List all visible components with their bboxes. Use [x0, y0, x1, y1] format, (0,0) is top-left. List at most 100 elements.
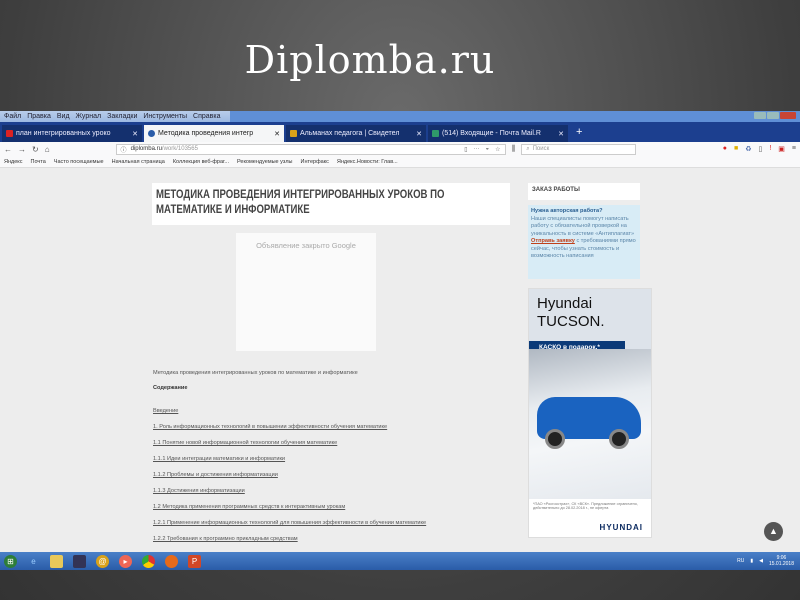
closed-ad: Объявление закрыто Google [236, 233, 376, 351]
page-title: МЕТОДИКА ПРОВЕДЕНИЯ ИНТЕГРИРОВАННЫХ УРОК… [156, 187, 445, 216]
volume-icon[interactable]: ◀ [759, 558, 763, 564]
search-placeholder: Поиск [532, 146, 550, 152]
menu-help[interactable]: Справка [193, 112, 220, 121]
menu-view[interactable]: Вид [57, 112, 70, 121]
address-bar[interactable]: ⓘ diplomba.ru/work/103565 ▯ ··· ◒ ☆ [115, 143, 506, 155]
chrome-icon[interactable] [142, 554, 155, 568]
firefox-icon[interactable] [165, 554, 178, 568]
menu-edit[interactable]: Правка [27, 112, 51, 121]
close-tab-icon[interactable]: ✕ [416, 130, 422, 138]
toc-link[interactable]: 1.2.2 Требования к программно прикладным… [153, 536, 426, 542]
bookmark-start-page[interactable]: Начальная страница [112, 159, 165, 165]
toc-link[interactable]: 1.2.1 Применение информационных технолог… [153, 520, 426, 526]
web-page: МЕТОДИКА ПРОВЕДЕНИЯ ИНТЕГРИРОВАННЫХ УРОК… [0, 168, 800, 552]
recycle-icon[interactable]: ♻ [745, 145, 751, 153]
reader-icon[interactable]: ▯ [464, 146, 467, 153]
forward-icon[interactable]: → [18, 145, 26, 154]
menu-history[interactable]: Журнал [76, 112, 102, 121]
toc-link[interactable]: 1.2 Методика применения программных сред… [153, 504, 426, 510]
bookmark-yandex-news[interactable]: Яндекс.Новости: Глав... [337, 159, 398, 165]
computer-icon[interactable] [73, 554, 86, 568]
ie-icon[interactable]: e [27, 555, 40, 568]
maximize-button[interactable] [767, 112, 779, 119]
tab-label: план интегрированных уроко [16, 130, 111, 137]
ad-line-2: TUCSON. [537, 313, 605, 330]
send-request-link[interactable]: Отправь заявку [531, 238, 575, 244]
yandex-favicon-icon [6, 130, 13, 137]
hyundai-ad[interactable]: Hyundai TUCSON. КАСКО в подарок.* *ПАО «Р… [528, 288, 652, 538]
more-icon[interactable]: ··· [474, 146, 480, 153]
menu-tools[interactable]: Инструменты [143, 112, 187, 121]
home-icon[interactable]: ⌂ [45, 145, 50, 154]
alert-icon[interactable]: ! [769, 145, 771, 153]
slide-title: Diplomba.ru [244, 38, 496, 82]
powerpoint-icon[interactable]: P [188, 554, 201, 568]
sidebar-icon[interactable]: ▯ [758, 145, 762, 153]
bookmark-web-fragments[interactable]: Коллекция веб-фраг... [173, 159, 229, 165]
close-tab-icon[interactable]: ✕ [558, 130, 564, 138]
info-text: Наши специалисты помогут написать работу… [531, 215, 635, 237]
tab-label: (514) Входящие - Почта Mail.R [442, 130, 541, 137]
mail-agent-icon[interactable]: @ [96, 554, 109, 568]
notifications-icon[interactable]: ▣ [778, 145, 785, 153]
close-tab-icon[interactable]: ✕ [274, 130, 280, 138]
bookmark-frequent[interactable]: Часто посещаемые [54, 159, 104, 165]
info-icon[interactable]: ⓘ [121, 145, 127, 154]
article-header: МЕТОДИКА ПРОВЕДЕНИЯ ИНТЕГРИРОВАННЫХ УРОК… [152, 183, 510, 225]
new-tab-button[interactable]: + [570, 126, 588, 138]
network-icon[interactable]: ▮ [750, 558, 753, 564]
menu-icon[interactable]: ≡ [792, 145, 796, 153]
start-button-icon[interactable]: ⊞ [4, 554, 17, 568]
reload-icon[interactable]: ↻ [32, 145, 39, 154]
language-indicator[interactable]: RU [737, 558, 744, 564]
back-icon[interactable]: ← [4, 145, 12, 154]
toc-link[interactable]: Введение [153, 408, 426, 414]
url-host: diplomba.ru [130, 146, 162, 152]
car-image [529, 349, 651, 499]
ad-closed-text: Объявление закрыто Google [256, 241, 356, 250]
tab-label: Методика проведения интегр [158, 130, 254, 137]
menu-bookmarks[interactable]: Закладки [107, 112, 137, 121]
record-icon[interactable]: ● [723, 145, 727, 153]
toc-link[interactable]: 1.1.1 Идеи интеграции математики и инфор… [153, 456, 426, 462]
browser-screenshot: Файл Правка Вид Журнал Закладки Инструме… [0, 111, 800, 570]
scroll-to-top-button[interactable]: ▲ [764, 522, 783, 541]
tab-mail[interactable]: (514) Входящие - Почта Mail.R ✕ [428, 125, 568, 142]
close-tab-icon[interactable]: ✕ [132, 130, 138, 138]
bookmarks-bar: Яндекс Почта Часто посещаемые Начальная … [0, 156, 800, 168]
search-input[interactable]: ⌕ Поиск [521, 143, 637, 155]
clock[interactable]: 9:06 15.01.2018 [769, 555, 794, 567]
tab-almanah[interactable]: Альманах педагога | Свидетел ✕ [286, 125, 426, 142]
search-icon: ⌕ [526, 145, 530, 152]
media-player-icon[interactable]: ▸ [119, 554, 132, 568]
tab-plan[interactable]: план интегрированных уроко ✕ [2, 125, 142, 142]
toc-link[interactable]: 1.1 Понятие новой информационной техноло… [153, 440, 426, 446]
bookmark-mail[interactable]: Почта [31, 159, 46, 165]
star-icon[interactable]: ☆ [495, 146, 500, 153]
order-widget-title: ЗАКАЗ РАБОТЫ [528, 183, 640, 200]
menu-file[interactable]: Файл [4, 112, 21, 121]
bookmark-interfax[interactable]: Интерфакс [301, 159, 329, 165]
pocket-icon[interactable]: ◒ [486, 146, 490, 153]
tab-metodika[interactable]: Методика проведения интегр ✕ [144, 125, 284, 142]
library-icon[interactable]: ⫼ [512, 144, 516, 154]
bookmark-yandex[interactable]: Яндекс [4, 159, 23, 165]
explorer-icon[interactable] [50, 554, 63, 568]
close-window-button[interactable] [780, 112, 796, 119]
globe-favicon-icon [148, 130, 155, 137]
bookmark-recommended[interactable]: Рекомендуемые узлы [237, 159, 293, 165]
system-tray: RU ▮ ◀ 9:06 15.01.2018 [737, 555, 800, 567]
url-path: /work/103565 [161, 146, 198, 152]
tab-label: Альманах педагога | Свидетел [300, 130, 400, 137]
ad-disclaimer: *ПАО «Росгосстрах», СК «ВСК». Предложени… [533, 502, 638, 510]
contents-heading: Содержание [153, 385, 188, 391]
bookmark-ext-icon[interactable]: ■ [734, 145, 738, 153]
minimize-button[interactable] [754, 112, 766, 119]
hyundai-logo: HYUNDAI [599, 523, 643, 532]
taskbar: ⊞ e @ ▸ P RU ▮ ◀ 9:06 15.01.2018 [0, 552, 800, 570]
intro-text: Методика проведения интегрированных урок… [153, 370, 358, 376]
toc-link[interactable]: 1.1.3 Достижения информатизации [153, 488, 426, 494]
toc-link[interactable]: 1.1.2 Проблемы и достижения информатизац… [153, 472, 426, 478]
window-titlebar [230, 111, 800, 122]
toc-link[interactable]: 1. Роль информационных технологий в повы… [153, 424, 426, 430]
